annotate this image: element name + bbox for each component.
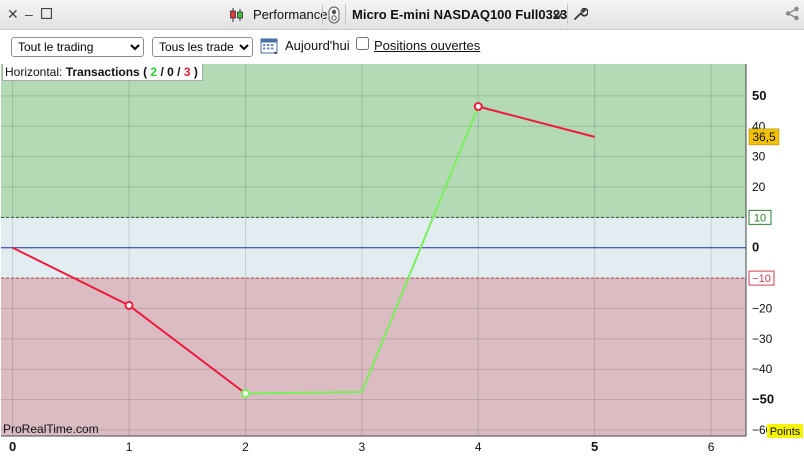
wrench-icon[interactable] bbox=[573, 6, 589, 24]
trade-point bbox=[240, 388, 250, 398]
x-tick-label: 1 bbox=[126, 440, 133, 454]
y-tick-label: 0 bbox=[752, 240, 759, 255]
y-tick-label: 20 bbox=[752, 180, 766, 194]
profit-zone bbox=[1, 64, 746, 218]
title-separator bbox=[567, 4, 568, 25]
trades-filter-select[interactable]: Tous les trades bbox=[152, 37, 253, 57]
trade-point bbox=[473, 102, 483, 112]
chevron-down-icon[interactable] bbox=[553, 9, 563, 23]
title-separator bbox=[322, 4, 323, 25]
link-toggle-icon[interactable] bbox=[328, 6, 340, 27]
trade-point bbox=[124, 300, 134, 310]
x-tick-label: 3 bbox=[359, 440, 366, 454]
x-tick-label: 0 bbox=[9, 439, 16, 454]
upper-threshold-label: 10 bbox=[754, 212, 766, 224]
chart-info-box: Horizontal: Transactions ( 2 / 0 / 3 ) bbox=[2, 64, 203, 81]
candlestick-icon bbox=[229, 7, 245, 26]
transactions-label: Transactions bbox=[65, 65, 140, 79]
close-icon[interactable]: ✕ bbox=[7, 6, 19, 22]
y-tick-label: −20 bbox=[752, 301, 773, 315]
breakeven-trades-count: 0 bbox=[167, 65, 174, 79]
y-tick-label: −30 bbox=[752, 332, 773, 346]
units-label: Points bbox=[770, 426, 801, 438]
open-positions-label[interactable]: Positions ouvertes bbox=[374, 38, 480, 53]
minimize-icon[interactable]: – bbox=[25, 6, 33, 22]
performance-chart: 50 40 30 20 0 −20 −30 −40 −50 −60 0 1 2 3 4 5 6 10 −10 36,5… bbox=[0, 63, 804, 456]
y-tick-label: 30 bbox=[752, 150, 766, 164]
y-tick-label: 50 bbox=[752, 88, 766, 103]
loss-zone bbox=[1, 278, 746, 436]
last-value-label: 36,5 bbox=[752, 130, 776, 144]
y-tick-label: −40 bbox=[752, 362, 773, 376]
open-positions-checkbox[interactable] bbox=[356, 37, 369, 50]
performance-title[interactable]: Performance bbox=[253, 7, 327, 22]
watermark: ProRealTime.com bbox=[3, 422, 99, 436]
title-bar: ✕ – Performance Micro E-mini NASDAQ100 F… bbox=[0, 0, 804, 30]
trading-scope-select[interactable]: Tout le trading bbox=[11, 37, 144, 57]
info-separator: / bbox=[160, 65, 164, 79]
info-paren: ) bbox=[193, 65, 198, 79]
calendar-icon[interactable] bbox=[260, 36, 280, 59]
instrument-selector[interactable]: Micro E-mini NASDAQ100 Full0323 bbox=[352, 7, 567, 22]
axis-mode-label: Horizontal: bbox=[5, 65, 63, 79]
x-tick-label: 2 bbox=[242, 440, 249, 454]
x-tick-label: 4 bbox=[475, 440, 482, 454]
y-tick-label: −50 bbox=[752, 392, 774, 407]
chart-svg: 504030200−20−30−40−50−600 1 2 3 4 5 610−1036,5… bbox=[1, 64, 803, 454]
title-separator bbox=[345, 4, 346, 25]
x-tick-label: 5 bbox=[591, 439, 598, 454]
winning-trades-count: 2 bbox=[150, 65, 158, 79]
losing-trades-count: 3 bbox=[183, 65, 191, 79]
date-range-label[interactable]: Aujourd'hui bbox=[285, 38, 350, 53]
info-separator: / bbox=[177, 65, 181, 79]
share-icon[interactable] bbox=[785, 6, 800, 24]
info-paren: ( bbox=[143, 65, 148, 79]
x-tick-label: 6 bbox=[708, 440, 715, 454]
lower-threshold-label: −10 bbox=[752, 273, 771, 285]
maximize-icon[interactable] bbox=[40, 6, 53, 22]
